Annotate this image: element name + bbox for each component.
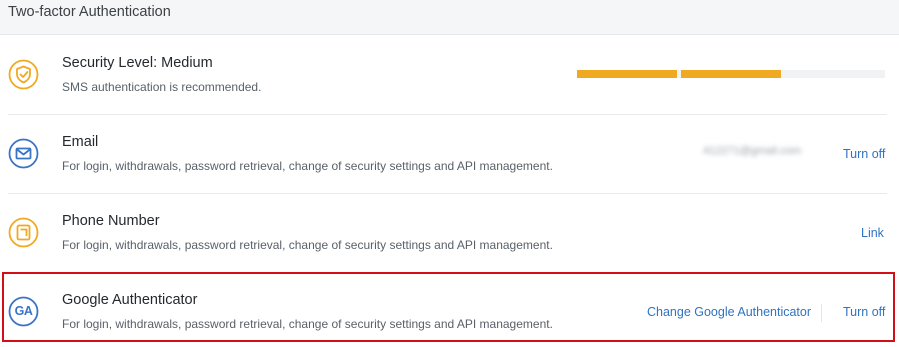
security-level-desc: SMS authentication is recommended. [62, 80, 262, 94]
google-authenticator-title: Google Authenticator [62, 292, 198, 308]
google-authenticator-desc: For login, withdrawals, password retriev… [62, 317, 553, 331]
phone-desc: For login, withdrawals, password retriev… [62, 238, 553, 252]
change-google-authenticator-link[interactable]: Change Google Authenticator [647, 305, 811, 319]
two-factor-auth-panel: Two-factor Authentication Security Level… [0, 0, 899, 347]
google-authenticator-turn-off-link[interactable]: Turn off [843, 305, 885, 319]
email-desc: For login, withdrawals, password retriev… [62, 159, 553, 173]
envelope-icon [8, 138, 39, 169]
google-authenticator-row: GA Google Authenticator For login, withd… [0, 273, 899, 347]
google-authenticator-icon-label: GA [14, 304, 33, 318]
email-row: Email For login, withdrawals, password r… [0, 115, 899, 194]
shield-check-icon [8, 59, 39, 90]
phone-row: Phone Number For login, withdrawals, pas… [0, 194, 899, 273]
phone-title: Phone Number [62, 213, 160, 229]
phone-icon [8, 217, 39, 248]
security-level-segment-2 [681, 70, 781, 78]
action-separator [821, 304, 822, 322]
security-level-row: Security Level: Medium SMS authenticatio… [0, 36, 899, 115]
email-address-masked: 412271@gmail.com [703, 145, 801, 157]
security-level-title: Security Level: Medium [62, 55, 213, 71]
email-title: Email [62, 134, 99, 150]
panel-header: Two-factor Authentication [0, 0, 899, 35]
email-turn-off-link[interactable]: Turn off [843, 147, 885, 161]
security-level-segment-1 [577, 70, 677, 78]
panel-title: Two-factor Authentication [8, 4, 171, 20]
security-level-bar [577, 70, 885, 78]
phone-link-link[interactable]: Link [861, 226, 884, 240]
